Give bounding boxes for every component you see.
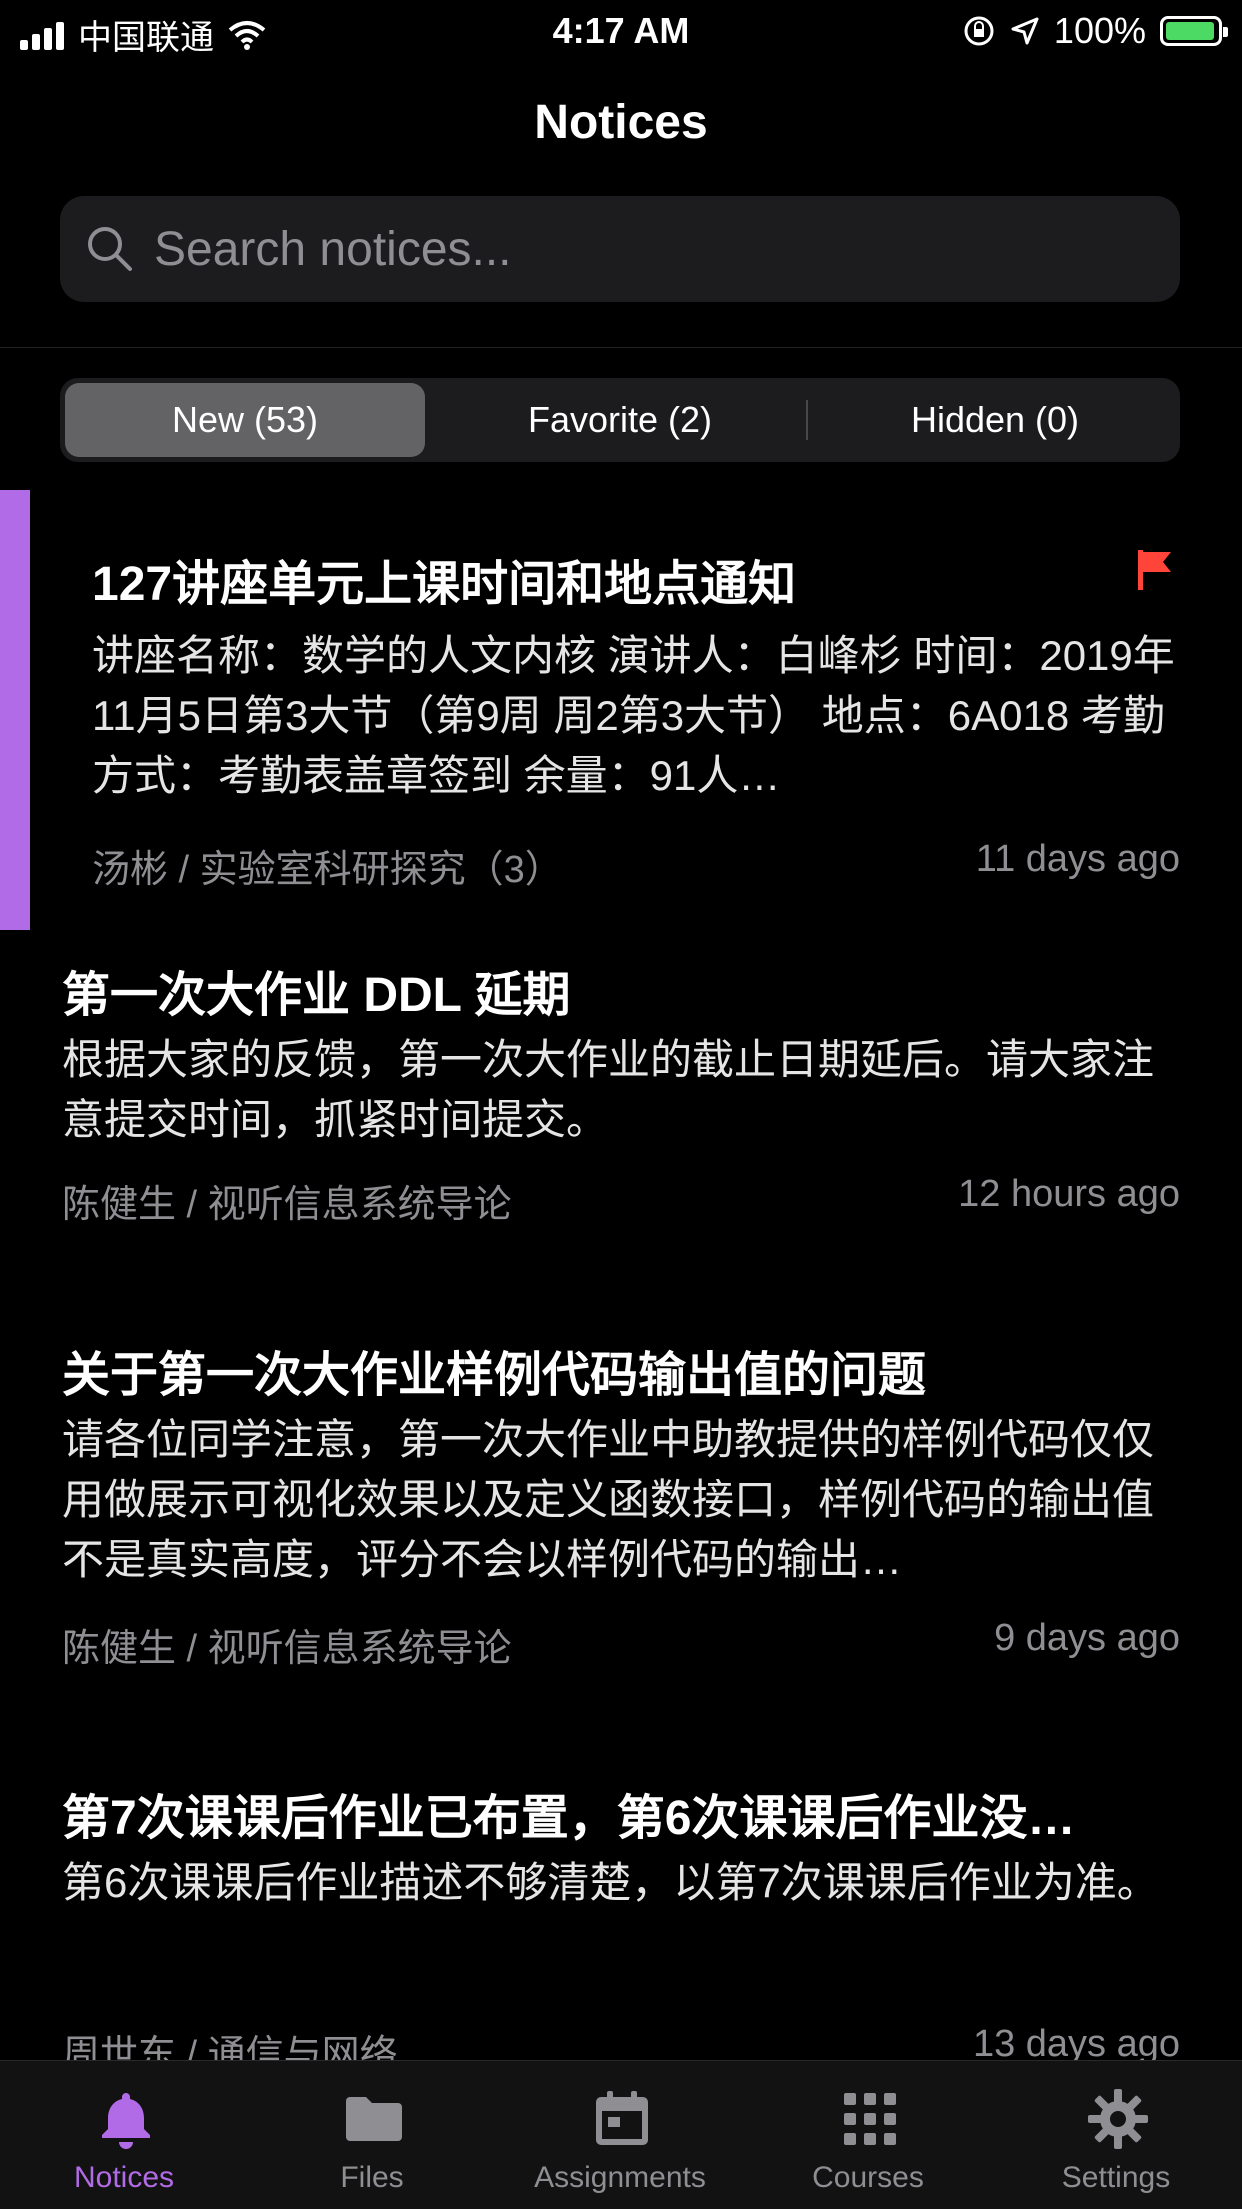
- grid-icon: [844, 2093, 896, 2145]
- notice-time: 13 days ago: [972, 2023, 1180, 2060]
- bell-icon: [102, 2093, 150, 2149]
- flag-icon: [1138, 550, 1171, 590]
- unread-indicator: [0, 490, 30, 930]
- segment-new[interactable]: New (53): [65, 383, 425, 457]
- notice-body: 请各位同学注意，第一次大作业中助教提供的样例代码仅仅用做展示可视化效果以及定义函…: [62, 1416, 1155, 1583]
- tab-label: Courses: [812, 2161, 924, 2194]
- notice-title: 第一次大作业 DDL 延期: [62, 969, 571, 1022]
- notice-item[interactable]: 127讲座单元上课时间和地点通知 讲座名称：数学的人文内核 演讲人：白峰杉 时间…: [0, 490, 1242, 930]
- tab-bar: Notices Files Assignments Courses Settin…: [0, 2060, 1242, 2209]
- tab-label: Notices: [73, 2161, 175, 2194]
- notice-body: 根据大家的反馈，第一次大作业的截止日期延后。请大家注意提交时间，抓紧时间提交。: [62, 1036, 1155, 1143]
- rotation-lock-icon: [964, 16, 994, 46]
- search-icon: [88, 227, 132, 271]
- notice-time: 9 days ago: [994, 1617, 1180, 1659]
- filter-segmented-control: New (53) Favorite (2) Hidden (0): [60, 378, 1180, 462]
- page-title: Notices: [534, 96, 708, 149]
- location-icon: [1011, 17, 1039, 45]
- segment-separator: [806, 400, 808, 440]
- battery-percent: 100%: [1053, 10, 1146, 51]
- notice-item[interactable]: 第一次大作业 DDL 延期 根据大家的反馈，第一次大作业的截止日期延后。请大家注…: [0, 955, 1242, 1295]
- notice-item[interactable]: 关于第一次大作业样例代码输出值的问题 请各位同学注意，第一次大作业中助教提供的样…: [0, 1335, 1242, 1735]
- notice-meta: 陈健生 / 视听信息系统导论: [62, 1184, 512, 1226]
- notice-title: 127讲座单元上课时间和地点通知: [92, 558, 797, 611]
- notice-meta: 汤彬 / 实验室科研探究（3）: [92, 849, 563, 891]
- gear-icon: [1088, 2089, 1148, 2149]
- notice-body: 讲座名称：数学的人文内核 演讲人：白峰杉 时间：2019年11月5日第3大节（第…: [92, 632, 1175, 799]
- tab-label: Settings: [1061, 2161, 1171, 2194]
- divider: [0, 347, 1242, 348]
- segment-hidden[interactable]: Hidden (0): [815, 383, 1175, 457]
- tab-assignments[interactable]: Assignments: [496, 2061, 744, 2209]
- status-bar: 中国联通 4:17 AM 100%: [0, 0, 1242, 64]
- folder-icon: [346, 2097, 402, 2141]
- tab-notices[interactable]: Notices: [0, 2061, 248, 2209]
- notice-item[interactable]: 第7次课课后作业已布置，第6次课课后作业没… 第6次课课后作业描述不够清楚，以第…: [0, 1778, 1242, 2060]
- notice-meta: 陈健生 / 视听信息系统导论: [62, 1628, 512, 1670]
- calendar-icon: [596, 2091, 648, 2145]
- tab-label: Assignments: [534, 2161, 706, 2194]
- search-input[interactable]: [152, 220, 1136, 278]
- notice-time: 11 days ago: [975, 838, 1180, 880]
- segment-favorite[interactable]: Favorite (2): [440, 383, 800, 457]
- notice-list[interactable]: 127讲座单元上课时间和地点通知 讲座名称：数学的人文内核 演讲人：白峰杉 时间…: [0, 490, 1242, 2060]
- notice-time: 12 hours ago: [958, 1173, 1180, 1215]
- tab-label: Files: [340, 2161, 404, 2194]
- notice-body: 第6次课课后作业描述不够清楚，以第7次课课后作业为准。: [62, 1859, 1159, 1906]
- notice-meta: 周世东 / 通信与网络: [62, 2034, 398, 2060]
- notice-title: 第7次课课后作业已布置，第6次课课后作业没…: [62, 1792, 1076, 1845]
- search-bar[interactable]: [60, 196, 1180, 302]
- tab-settings[interactable]: Settings: [992, 2061, 1240, 2209]
- tab-courses[interactable]: Courses: [744, 2061, 992, 2209]
- notice-title: 关于第一次大作业样例代码输出值的问题: [62, 1349, 927, 1402]
- tab-files[interactable]: Files: [248, 2061, 496, 2209]
- battery-icon: [1160, 16, 1228, 46]
